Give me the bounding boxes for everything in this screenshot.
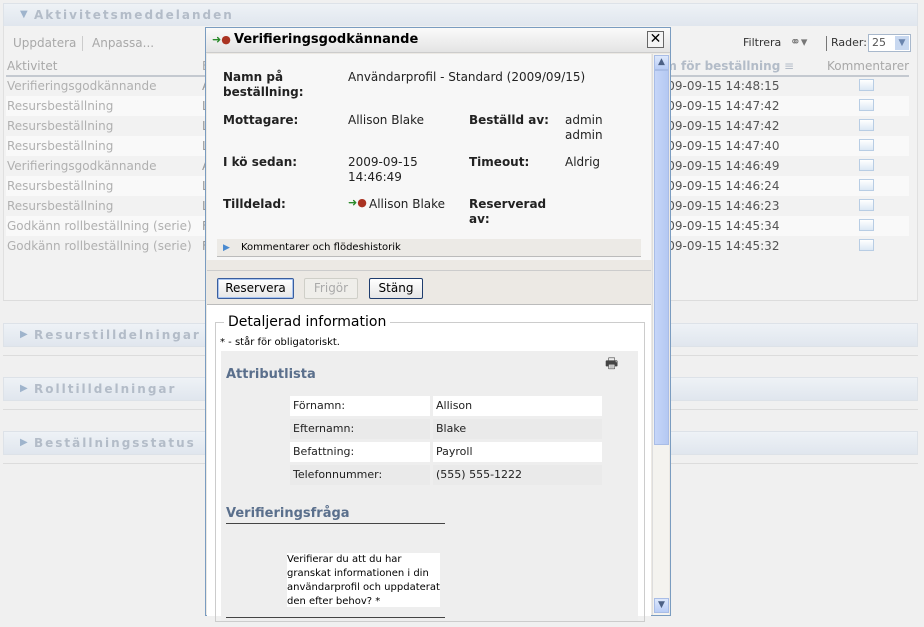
- panel-title: Beställningsstatus: [34, 436, 196, 450]
- rows-select[interactable]: 25 ▼: [868, 34, 911, 52]
- attribute-list-title: Attributlista: [226, 367, 316, 382]
- recipient-label: Mottagare:: [223, 113, 299, 127]
- divider: [226, 523, 445, 524]
- panel-header-activity[interactable]: ▼ Aktivitetsmeddelanden: [3, 3, 918, 27]
- scrollbar-thumb[interactable]: [654, 70, 669, 445]
- scroll-down-icon[interactable]: ▼: [654, 598, 669, 613]
- chevron-right-icon: ▶: [223, 243, 230, 253]
- activity-link[interactable]: Resursbeställning: [7, 136, 113, 156]
- queued-label: I kö sedan:: [223, 155, 298, 169]
- date-cell: 2009-09-15 14:46:49: [652, 159, 780, 173]
- filter-options-icon[interactable]: ⚭▾: [790, 35, 807, 50]
- close-icon[interactable]: ✕: [647, 31, 664, 48]
- chevron-right-icon: ▶: [20, 329, 28, 340]
- chevron-right-icon: ▶: [20, 437, 28, 448]
- activity-link[interactable]: Verifieringsgodkännande: [7, 156, 156, 176]
- assigned-value: Allison Blake: [369, 197, 446, 211]
- date-cell: 2009-09-15 14:45:34: [652, 219, 780, 233]
- assigned-label: Tilldelad:: [223, 197, 286, 211]
- refresh-button[interactable]: Uppdatera: [13, 36, 76, 50]
- name-value: Användarprofil - Standard (2009/09/15): [348, 70, 586, 84]
- comment-icon[interactable]: [859, 79, 874, 91]
- customize-button[interactable]: Anpassa...: [92, 36, 154, 50]
- column-header-activity[interactable]: Aktivitet: [7, 59, 57, 73]
- user-assign-icon: ➜●: [348, 196, 367, 209]
- activity-link[interactable]: Resursbeställning: [7, 176, 113, 196]
- attribute-label: Efternamn:: [290, 419, 430, 439]
- date-cell: 2009-09-15 14:48:15: [652, 79, 780, 93]
- filter-button[interactable]: Filtrera: [743, 36, 781, 49]
- activity-link[interactable]: Godkänn rollbeställning (serie): [7, 236, 192, 256]
- attribute-label: Förnamn:: [290, 396, 430, 416]
- dialog-titlebar[interactable]: ➜● Verifieringsgodkännande ✕: [206, 28, 670, 53]
- comment-icon[interactable]: [859, 159, 874, 171]
- activity-link[interactable]: Resursbeställning: [7, 96, 113, 116]
- rows-label: Rader:: [831, 36, 867, 49]
- chevron-down-icon: ▼: [895, 36, 909, 50]
- attribute-value: Payroll: [433, 442, 602, 462]
- release-button[interactable]: Frigör: [304, 278, 358, 299]
- close-button[interactable]: Stäng: [369, 278, 423, 299]
- activity-link[interactable]: Godkänn rollbeställning (serie): [7, 216, 192, 236]
- recipient-value: Allison Blake: [348, 113, 425, 127]
- divider: [207, 270, 651, 271]
- column-header-comments[interactable]: Kommentarer: [827, 59, 909, 73]
- chevron-down-icon: ▼: [20, 9, 28, 20]
- user-assign-icon: ➜●: [212, 33, 231, 46]
- comment-icon[interactable]: [859, 179, 874, 191]
- date-cell: 2009-09-15 14:46:23: [652, 199, 780, 213]
- rows-value: 25: [872, 36, 886, 49]
- date-cell: 2009-09-15 14:46:24: [652, 179, 780, 193]
- queued-value: 2009-09-15 14:46:49: [348, 155, 418, 184]
- scroll-up-icon[interactable]: ▲: [654, 55, 669, 70]
- verification-question: Verifierar du att du har granskat inform…: [287, 553, 440, 607]
- reserve-button[interactable]: Reservera: [217, 278, 294, 299]
- detail-legend: Detaljerad information: [224, 314, 391, 330]
- date-cell: 2009-09-15 14:47:42: [652, 99, 780, 113]
- panel-title: Resurstilldelningar: [34, 328, 201, 342]
- activity-link[interactable]: Resursbeställning: [7, 116, 113, 136]
- divider: [826, 36, 827, 51]
- history-label: Kommentarer och flödeshistorik: [241, 242, 401, 253]
- print-icon[interactable]: 🖶: [605, 353, 618, 377]
- verification-dialog: ➜● Verifieringsgodkännande ✕ Namn på bes…: [205, 27, 671, 622]
- comment-icon[interactable]: [859, 199, 874, 211]
- attribute-label: Befattning:: [290, 442, 430, 462]
- comment-icon[interactable]: [859, 219, 874, 231]
- date-cell: 2009-09-15 14:47:40: [652, 139, 780, 153]
- divider: [82, 36, 83, 51]
- required-note: * - står för obligatoriskt.: [220, 337, 340, 348]
- divider: [226, 617, 445, 618]
- date-cell: 2009-09-15 14:47:42: [652, 119, 780, 133]
- timeout-label: Timeout:: [469, 155, 530, 169]
- ordered-by-value: admin admin: [565, 113, 603, 142]
- date-cell: 2009-09-15 14:45:32: [652, 239, 780, 253]
- sort-icon[interactable]: ≡: [784, 59, 794, 73]
- name-label: Namn på beställning:: [223, 70, 304, 99]
- attribute-label: Telefonnummer:: [290, 465, 430, 485]
- panel-title: Rolltilldelningar: [34, 382, 177, 396]
- attribute-value: (555) 555-1222: [433, 465, 602, 485]
- verification-question-title: Verifieringsfråga: [226, 506, 350, 521]
- dialog-scrollbar[interactable]: ▲ ▼: [652, 54, 669, 615]
- reserved-label: Reserverad av:: [469, 197, 547, 226]
- activity-link[interactable]: Verifieringsgodkännande: [7, 76, 156, 96]
- comment-icon[interactable]: [859, 139, 874, 151]
- timeout-value: Aldrig: [565, 155, 601, 169]
- dialog-title: Verifieringsgodkännande: [234, 32, 419, 47]
- panel-title: Aktivitetsmeddelanden: [34, 8, 234, 22]
- chevron-right-icon: ▶: [20, 383, 28, 394]
- comment-icon[interactable]: [859, 119, 874, 131]
- attribute-value: Allison: [433, 396, 602, 416]
- comment-icon[interactable]: [859, 99, 874, 111]
- history-toggle[interactable]: ▶ Kommentarer och flödeshistorik: [217, 239, 641, 257]
- ordered-by-label: Beställd av:: [469, 113, 549, 127]
- comment-icon[interactable]: [859, 239, 874, 251]
- attribute-value: Blake: [433, 419, 602, 439]
- activity-link[interactable]: Resursbeställning: [7, 196, 113, 216]
